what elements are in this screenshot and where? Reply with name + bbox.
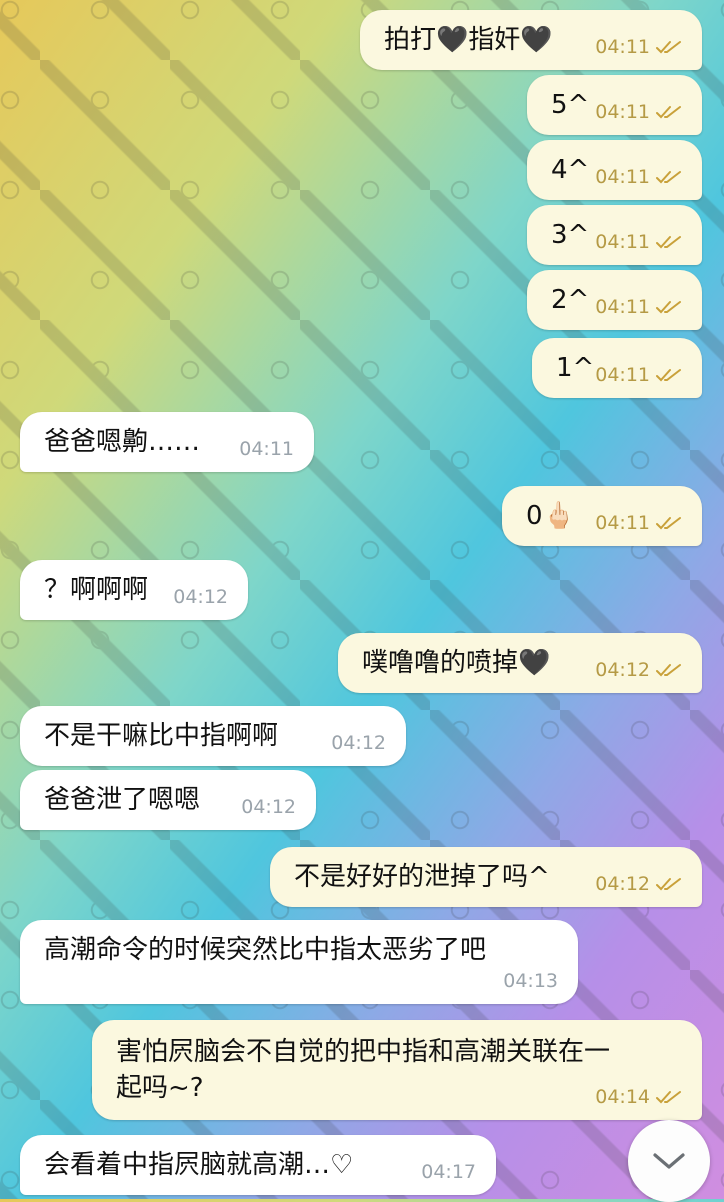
message-time: 04:14 [595,1086,650,1108]
message-time: 04:12 [331,732,386,754]
message-time: 04:11 [595,36,650,58]
message-text: 会看着中指屄脑就高潮…♡ [44,1150,354,1180]
message-text: 爸爸泄了嗯嗯 [44,785,201,815]
message-text: 噗噜噜的喷掉🖤 [362,648,551,678]
message-bubble-outgoing[interactable]: 4^ 04:11 [527,140,702,200]
message-text: 拍打🖤指奸🖤 [384,25,553,55]
message-text: 5^ [551,90,590,120]
message-bubble-outgoing[interactable]: 不是好好的泄掉了吗^ 04:12 [270,847,702,907]
scroll-to-bottom-button[interactable] [628,1120,710,1202]
message-text: 4^ [551,155,590,185]
message-time: 04:12 [595,659,650,681]
message-bubble-outgoing[interactable]: 3^ 04:11 [527,205,702,265]
double-check-icon [656,664,681,677]
chevron-down-icon [653,1153,685,1169]
message-text: 不是干嘛比中指啊啊 [44,721,279,751]
double-check-icon [656,106,681,119]
double-check-icon [656,236,681,249]
message-bubble-outgoing[interactable]: 5^ 04:11 [527,75,702,135]
message-bubble-incoming[interactable]: ？啊啊啊 04:12 [20,560,248,620]
message-bubble-outgoing[interactable]: 1^ 04:11 [532,338,702,398]
double-check-icon [656,878,681,891]
message-time: 04:12 [173,586,228,608]
message-time: 04:11 [239,438,294,460]
message-bubble-incoming[interactable]: 高潮命令的时候突然比中指太恶劣了吧 04:13 [20,920,578,1004]
message-bubble-incoming[interactable]: 会看着中指屄脑就高潮…♡ 04:17 [20,1135,496,1195]
message-text: 1^ [556,353,595,383]
message-bubble-incoming[interactable]: 不是干嘛比中指啊啊 04:12 [20,706,406,766]
message-time: 04:11 [595,166,650,188]
message-bubble-outgoing[interactable]: 2^ 04:11 [527,270,702,330]
message-bubble-incoming[interactable]: 爸爸泄了嗯嗯 04:12 [20,770,316,830]
double-check-icon [656,517,681,530]
double-check-icon [656,1091,681,1104]
message-text: 2^ [551,285,590,315]
message-time: 04:17 [421,1161,476,1183]
message-bubble-incoming[interactable]: 爸爸嗯齁…… 04:11 [20,412,314,472]
message-bubble-outgoing[interactable]: 0🖕🏻 04:11 [502,486,702,546]
double-check-icon [656,369,681,382]
message-time: 04:11 [595,231,650,253]
message-text: 0🖕🏻 [526,501,575,531]
double-check-icon [656,41,681,54]
double-check-icon [656,171,681,184]
message-time: 04:12 [595,873,650,895]
message-text: 高潮命令的时候突然比中指太恶劣了吧 [44,935,487,965]
message-text-line1: 害怕屄脑会不自觉的把中指和高潮关联在一 [116,1037,611,1067]
message-time: 04:12 [241,796,296,818]
message-bubble-outgoing[interactable]: 拍打🖤指奸🖤 04:11 [360,10,702,70]
double-check-icon [656,301,681,314]
message-text-line2: 起吗~? [116,1073,204,1103]
message-time: 04:11 [595,512,650,534]
message-text: 3^ [551,220,590,250]
message-time: 04:11 [595,296,650,318]
message-time: 04:11 [595,101,650,123]
message-time: 04:13 [503,970,558,992]
message-text: 不是好好的泄掉了吗^ [294,862,550,892]
message-text: 害怕屄脑会不自觉的把中指和高潮关联在一 起吗~? [116,1034,610,1106]
message-text: ？啊啊啊 [44,575,149,605]
message-bubble-outgoing[interactable]: 害怕屄脑会不自觉的把中指和高潮关联在一 起吗~? 04:14 [92,1020,702,1120]
message-bubble-outgoing[interactable]: 噗噜噜的喷掉🖤 04:12 [338,633,702,693]
message-time: 04:11 [595,364,650,386]
message-text: 爸爸嗯齁…… [44,427,201,457]
